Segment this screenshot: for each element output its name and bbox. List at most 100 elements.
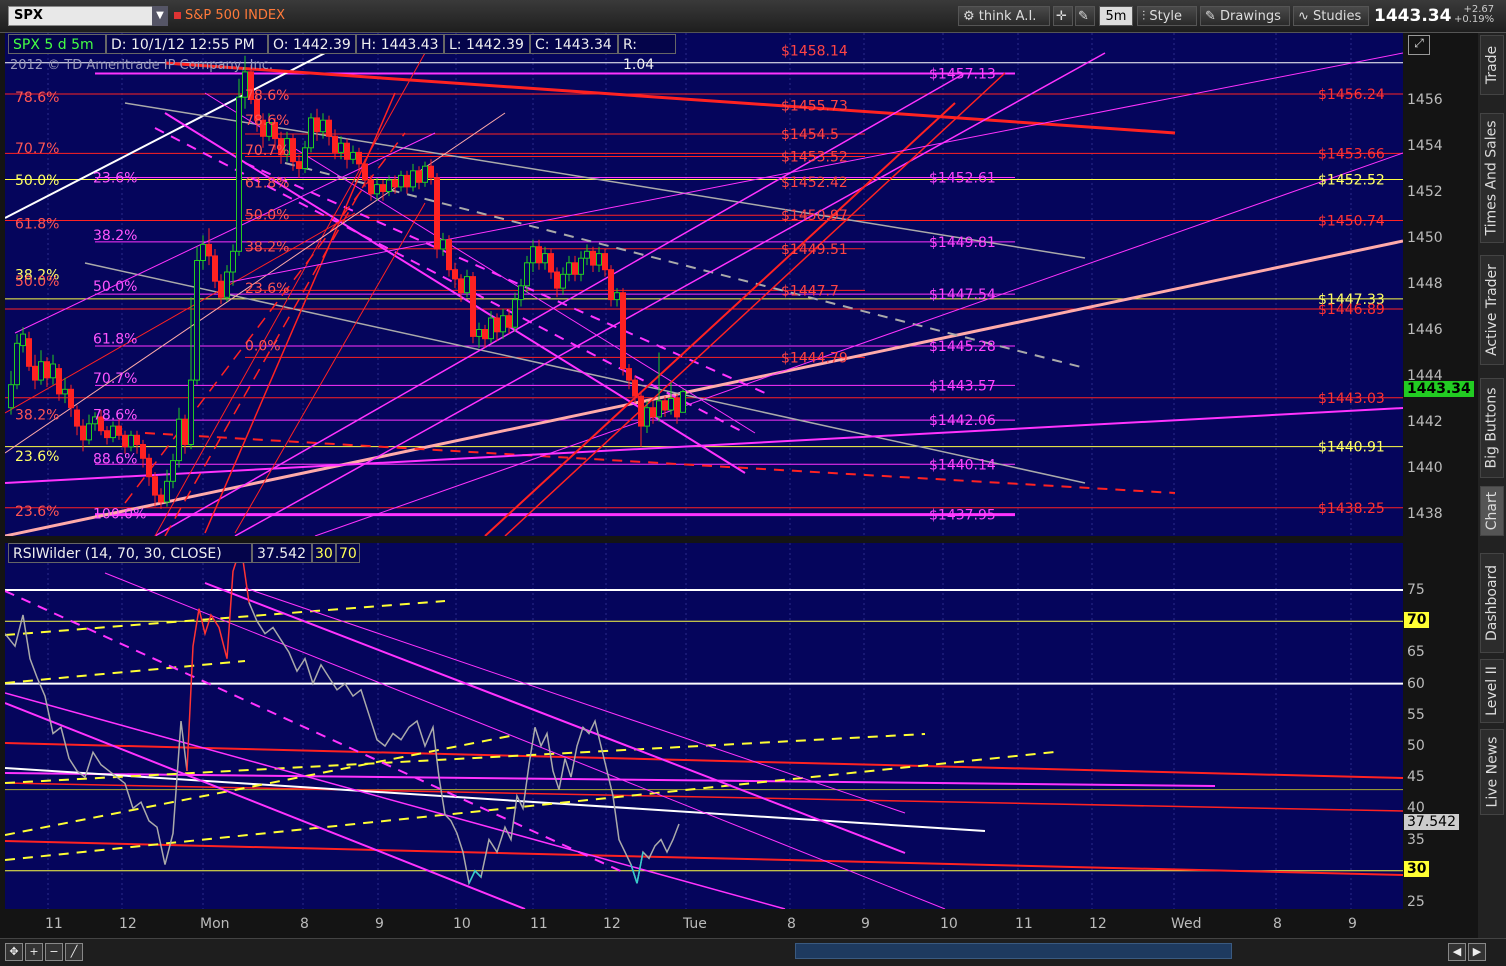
fib-label-left: 38.2% — [15, 408, 59, 424]
price-axis[interactable]: ⤢ 1456 1454 1452 1450 1448 1446 1444 1442 1440 14… — [1403, 33, 1474, 536]
symbol-input[interactable]: SPX — [8, 6, 157, 26]
bottom-bar: ✥ + − ╱ ◀ ▶ — [0, 938, 1506, 966]
sidebar-tab-label: Big Buttons — [1484, 387, 1500, 469]
time-tick-label: 12 — [119, 916, 137, 932]
fib-label-mid: 88.6% — [93, 451, 137, 467]
price-chart-panel[interactable]: 78.6% 70.7% 50.0% 61.8% 38.2% 50.0% 38.2% 23.6%… — [5, 33, 1403, 536]
candle-body — [200, 243, 206, 261]
rsi-trendline — [5, 660, 246, 684]
level-label-magenta: $1445.28 — [929, 339, 996, 355]
fib-label-mid: 23.6% — [93, 171, 137, 187]
sidebar-tab-level-ii[interactable]: Level II — [1480, 659, 1504, 723]
sidebar-tab-times-and-sales[interactable]: Times And Sales — [1480, 113, 1504, 243]
interval-button[interactable]: 5m — [1099, 6, 1133, 26]
candle-body — [500, 315, 506, 333]
sidebar-tab-big-buttons[interactable]: Big Buttons — [1480, 378, 1504, 478]
drawings-menu[interactable]: ✎ Drawings — [1200, 6, 1290, 26]
style-menu[interactable]: ⫶ Style — [1137, 6, 1197, 26]
fib-label-mid: 70.7% — [93, 371, 137, 387]
scroll-left-icon[interactable]: ◀ — [1448, 943, 1466, 961]
studies-menu[interactable]: ∿ Studies — [1293, 6, 1369, 26]
sidebar-tab-trade[interactable]: Trade — [1480, 35, 1504, 95]
expand-icon[interactable]: ⤢ — [1408, 35, 1430, 55]
candle-body — [632, 379, 638, 397]
fib-label-inner: 38.2% — [245, 240, 289, 256]
chart-close: C: 1443.34 — [530, 34, 618, 54]
fib-label-inner: 61.8% — [245, 175, 289, 191]
top-toolbar: SPX ▼ S&P 500 INDEX ⚙ think A.I. ✛ ✎ 5m … — [0, 0, 1506, 33]
drawing-line-icon[interactable]: ╱ — [65, 943, 83, 961]
index-color-icon — [174, 12, 181, 19]
zoom-out-icon[interactable]: − — [45, 943, 63, 961]
rsi-chart-svg — [5, 543, 1403, 909]
chart-symbol-period: SPX 5 d 5m — [8, 34, 106, 54]
level-label-right: $1450.74 — [1318, 213, 1385, 229]
candle-body — [314, 117, 320, 133]
rsi-panel[interactable] — [5, 543, 1403, 909]
candle-body — [212, 255, 218, 282]
rsi-tick-label: 60 — [1407, 675, 1425, 692]
rsi-trendline — [5, 590, 626, 874]
candle-body — [158, 494, 164, 503]
fib-label-mid: 100.0% — [93, 507, 146, 523]
price-tick-label: 1450 — [1407, 229, 1443, 246]
symbol-dropdown-icon[interactable]: ▼ — [152, 6, 168, 26]
scrollbar-thumb[interactable] — [795, 943, 1232, 959]
crosshair-icon[interactable]: ✛ — [1053, 6, 1073, 26]
time-tick-label: 10 — [940, 916, 958, 932]
sidebar-tab-chart[interactable]: Chart — [1480, 486, 1504, 536]
think-ai-button[interactable]: ⚙ think A.I. — [958, 6, 1050, 26]
candle-body — [638, 395, 644, 427]
rsi-trendline — [5, 742, 1403, 779]
time-tick-label: 9 — [861, 916, 870, 932]
candle-body — [662, 400, 668, 411]
studies-label: Studies — [1313, 9, 1362, 24]
pan-icon[interactable]: ✥ — [5, 943, 23, 961]
scroll-right-icon[interactable]: ▶ — [1468, 943, 1486, 961]
candle-body — [404, 174, 410, 188]
sidebar-tab-live-news[interactable]: Live News — [1480, 729, 1504, 815]
sidebar-tab-active-trader[interactable]: Active Trader — [1480, 255, 1504, 365]
rsi-tick-label: 25 — [1407, 894, 1425, 910]
candle-body — [518, 285, 524, 301]
price-tick-label: 1456 — [1407, 91, 1443, 108]
candle-body — [560, 273, 566, 289]
level-label-right: $1443.03 — [1318, 391, 1385, 407]
candle-body — [536, 246, 542, 264]
candle-body — [680, 391, 686, 413]
level-label-red: $1458.14 — [781, 43, 848, 59]
sidebar-tab-label: Level II — [1484, 666, 1501, 716]
candle-body — [188, 379, 194, 446]
candle-body — [608, 269, 614, 301]
candle-body — [554, 271, 560, 289]
sidebar-tab-dashboard[interactable]: Dashboard — [1480, 553, 1504, 653]
price-tick-label: 1446 — [1407, 321, 1443, 338]
candle-body — [392, 179, 398, 188]
candle-body — [182, 418, 188, 446]
rsi-trendline — [5, 600, 446, 636]
rsi-axis[interactable]: 7570656055504540353025 70 37.542 30 — [1403, 543, 1473, 910]
level-label-magenta: $1442.06 — [929, 413, 996, 429]
fib-label-mid: 50.0% — [93, 279, 137, 295]
level-label-red: $1452.42 — [781, 175, 848, 191]
think-ai-label: think A.I. — [978, 9, 1037, 24]
rsi-70-tag: 70 — [1404, 612, 1430, 628]
candle-body — [416, 170, 422, 183]
candle-body — [578, 257, 584, 275]
time-tick-label: 12 — [603, 916, 621, 932]
rsi-trendline — [204, 582, 906, 854]
candle-body — [8, 384, 14, 409]
rsi-value: 37.542 — [252, 543, 312, 563]
rsi-trendline — [5, 840, 1403, 876]
zoom-in-icon[interactable]: + — [25, 943, 43, 961]
candle-body — [26, 338, 32, 367]
draw-tool-icon[interactable]: ✎ — [1075, 6, 1095, 26]
chart-range: R: 1.04 — [618, 34, 676, 73]
candle-body — [194, 260, 200, 381]
level-label-red: $1454.5 — [781, 127, 839, 143]
candle-body — [524, 262, 530, 287]
trendline — [5, 407, 1403, 484]
candle-body — [482, 329, 488, 340]
time-axis[interactable]: 11 12 Mon 8 9 10 11 12 Tue 8 9 10 11 12 Wed 8 9 — [5, 910, 1473, 938]
time-tick-label: 12 — [1089, 916, 1107, 932]
